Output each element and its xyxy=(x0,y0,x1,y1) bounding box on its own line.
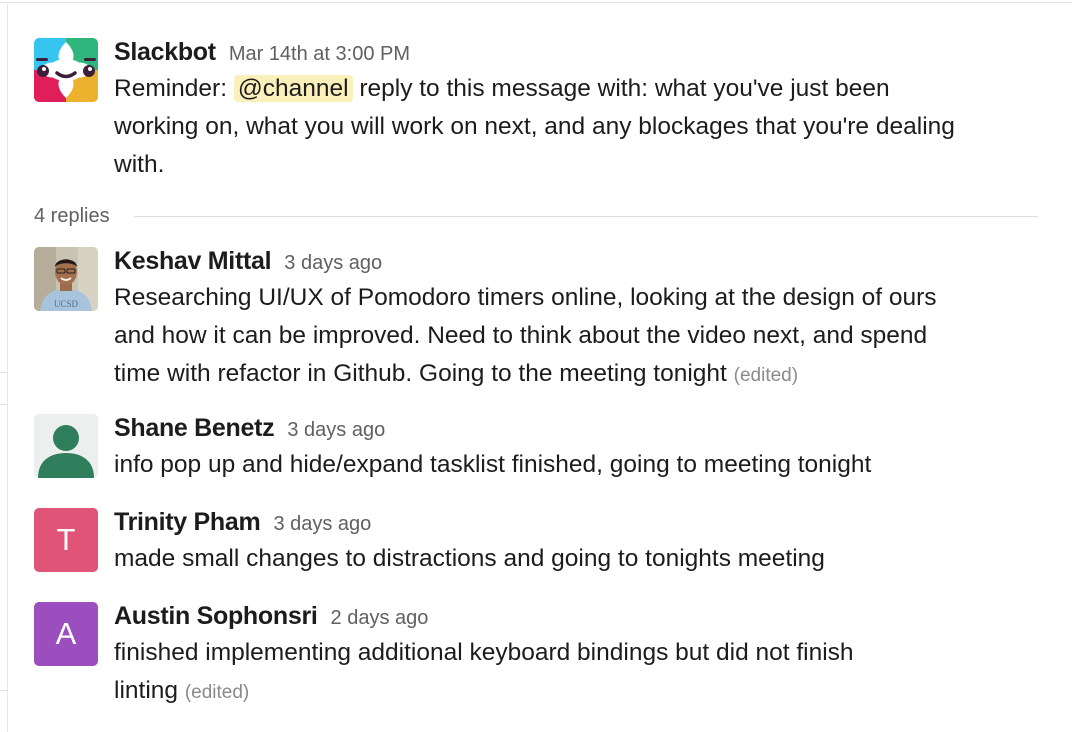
top-border xyxy=(0,2,1072,3)
user-avatar[interactable] xyxy=(34,414,98,478)
message-body: Austin Sophonsri 2 days ago finished imp… xyxy=(114,602,1044,712)
message-body: Shane Benetz 3 days ago info pop up and … xyxy=(114,414,1044,484)
replies-count[interactable]: 4 replies xyxy=(34,205,110,228)
message-text: made small changes to distractions and g… xyxy=(114,540,1044,578)
text-line: Researching UI/UX of Pomodoro timers onl… xyxy=(114,284,937,311)
edited-label: (edited) xyxy=(184,682,250,703)
message-timestamp[interactable]: 3 days ago xyxy=(287,419,385,442)
svg-text:UCSD: UCSD xyxy=(54,299,79,309)
slackbot-avatar[interactable] xyxy=(34,38,98,102)
replies-divider-line xyxy=(133,215,1038,217)
text-line: linting xyxy=(114,677,179,704)
text-line: with. xyxy=(114,151,165,178)
user-photo-icon: UCSD xyxy=(34,247,98,311)
slackbot-icon xyxy=(34,38,98,102)
sender-name[interactable]: Trinity Pham xyxy=(114,508,261,537)
user-avatar[interactable]: A xyxy=(34,602,98,666)
message-text: Reminder: @channel reply to this message… xyxy=(114,70,1044,184)
message-timestamp[interactable]: 2 days ago xyxy=(331,607,429,630)
message-timestamp[interactable]: 3 days ago xyxy=(284,252,382,275)
message-header: Austin Sophonsri 2 days ago xyxy=(114,602,1044,632)
message-timestamp[interactable]: Mar 14th at 3:00 PM xyxy=(229,43,410,66)
text-segment: Reminder: xyxy=(114,75,234,102)
message-text: Researching UI/UX of Pomodoro timers onl… xyxy=(114,279,1044,395)
channel-mention[interactable]: @channel xyxy=(233,75,353,102)
message-body: Trinity Pham 3 days ago made small chang… xyxy=(114,508,1044,578)
message-header: Slackbot Mar 14th at 3:00 PM xyxy=(114,38,1044,68)
avatar-letter: T xyxy=(56,522,76,557)
left-border xyxy=(7,2,8,732)
user-avatar[interactable]: UCSD xyxy=(34,247,98,311)
text-line: finished implementing additional keyboar… xyxy=(114,639,854,666)
sender-name[interactable]: Shane Benetz xyxy=(114,414,275,443)
message-body: Keshav Mittal 3 days ago Researching UI/… xyxy=(114,247,1044,395)
message-header: Trinity Pham 3 days ago xyxy=(114,508,1044,538)
message-text: info pop up and hide/expand tasklist fin… xyxy=(114,446,1044,484)
text-line: and how it can be improved. Need to thin… xyxy=(114,322,928,349)
user-avatar[interactable]: T xyxy=(34,508,98,572)
text-line: time with refactor in Github. Going to t… xyxy=(114,360,727,387)
sender-name[interactable]: Keshav Mittal xyxy=(114,247,272,276)
text-segment: reply to this message with: what you've … xyxy=(352,75,890,102)
text-line: made small changes to distractions and g… xyxy=(114,545,825,572)
replies-divider: 4 replies xyxy=(34,201,1038,231)
sender-name[interactable]: Slackbot xyxy=(114,38,216,67)
divider-tick xyxy=(0,690,7,691)
message-header: Shane Benetz 3 days ago xyxy=(114,414,1044,444)
message-text: finished implementing additional keyboar… xyxy=(114,634,1044,712)
message-header: Keshav Mittal 3 days ago xyxy=(114,247,1044,277)
message-timestamp[interactable]: 3 days ago xyxy=(273,513,371,536)
text-line: working on, what you will work on next, … xyxy=(114,113,955,140)
message-body: Slackbot Mar 14th at 3:00 PM Reminder: @… xyxy=(114,38,1044,184)
avatar-letter: A xyxy=(55,616,77,651)
sender-name[interactable]: Austin Sophonsri xyxy=(114,602,318,631)
edited-label: (edited) xyxy=(733,365,799,386)
divider-tick xyxy=(0,404,7,405)
default-user-icon xyxy=(34,414,98,478)
divider-tick xyxy=(0,372,7,373)
text-line: info pop up and hide/expand tasklist fin… xyxy=(114,451,872,478)
